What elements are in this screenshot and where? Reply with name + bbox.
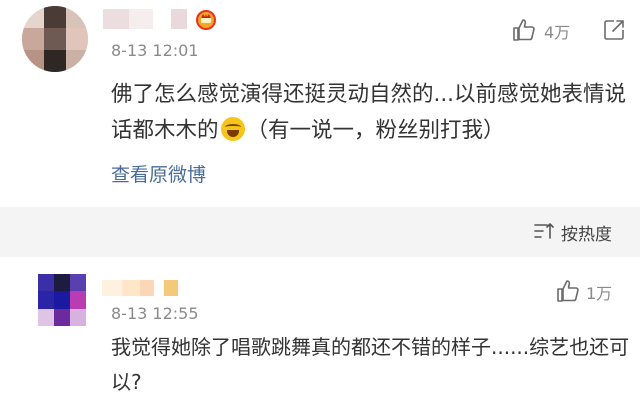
avatar[interactable] [38,274,86,326]
sort-by-hot-button[interactable]: 按热度 [561,220,612,245]
comment-time: 8-13 12:55 [111,304,199,323]
username-blurred[interactable] [103,9,187,29]
vip-badge-icon [196,10,216,30]
avatar[interactable] [22,6,88,72]
comment-time: 8-13 12:01 [111,41,199,60]
share-icon[interactable] [602,18,626,42]
thumbs-up-icon[interactable] [556,279,580,303]
comment-text-tail: （有一说一，粉丝别打我） [246,118,505,143]
comment-text: 我觉得她除了唱歌跳舞真的都还不错的样子......综艺也还可以? [111,335,630,394]
username-blurred[interactable] [102,280,178,296]
like-count: 1万 [586,284,613,303]
thumbs-up-icon[interactable] [512,18,536,42]
sort-icon[interactable] [534,222,554,240]
view-original-link[interactable]: 查看原微博 [111,160,206,187]
laughing-tears-emoji-icon [220,117,245,141]
comment-text: 佛了怎么感觉演得还挺灵动自然的...以前感觉她表情说话都木木的 （有一说一，粉丝别… [111,77,631,149]
like-count: 4万 [544,23,571,42]
